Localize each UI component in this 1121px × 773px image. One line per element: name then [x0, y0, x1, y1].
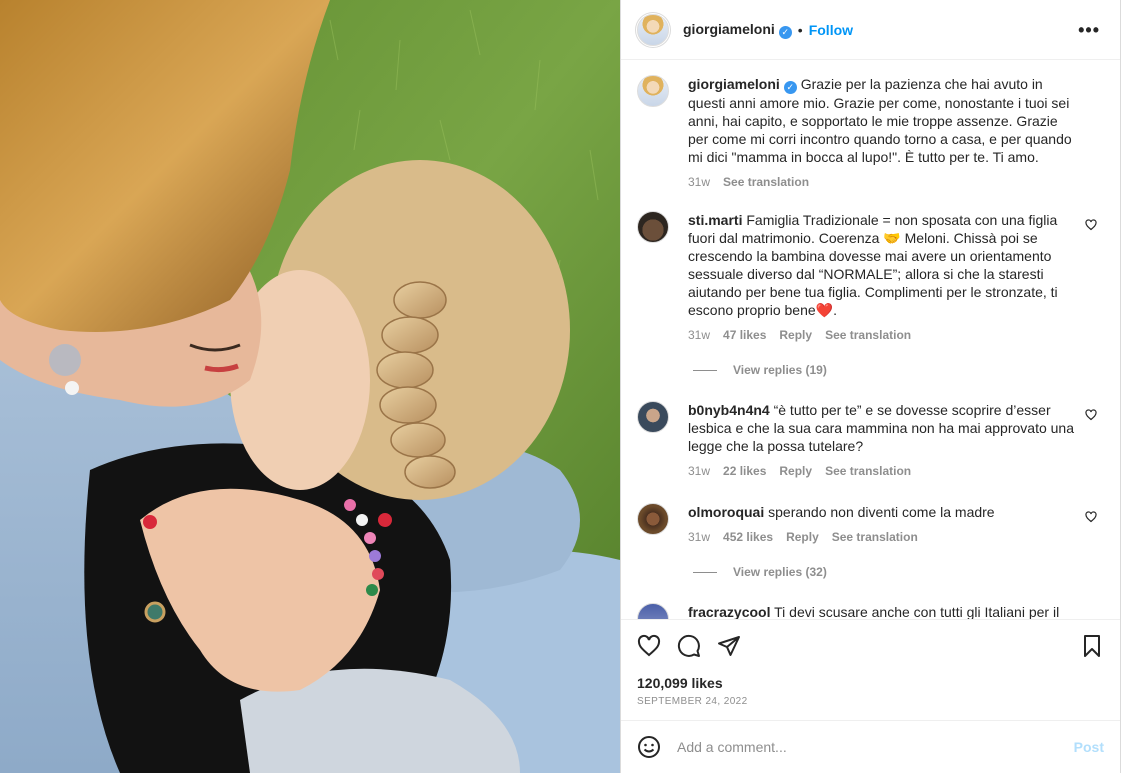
comment-likes[interactable]: 22 likes: [723, 464, 766, 478]
comment-time[interactable]: 31w: [688, 530, 710, 544]
comments-list[interactable]: giorgiameloni ✓ Grazie per la pazienza ch…: [621, 61, 1120, 619]
post-comment-button[interactable]: Post: [1074, 739, 1104, 755]
view-replies-label[interactable]: View replies (32): [733, 565, 827, 579]
comment: fracrazycool Ti devi scusare anche con t…: [637, 603, 1077, 619]
author-username[interactable]: giorgiameloni ✓: [683, 21, 792, 39]
author-avatar[interactable]: [637, 13, 669, 46]
comment-username[interactable]: olmoroquai: [688, 504, 764, 520]
comment-time[interactable]: 31w: [688, 464, 710, 478]
comment-text: Ti devi scusare anche con tutti gli Ital…: [774, 604, 1060, 619]
comment: sti.marti Famiglia Tradizionale = non sp…: [637, 211, 1097, 342]
view-replies-button[interactable]: View replies (19): [693, 363, 827, 377]
emoji-smiley-icon[interactable]: [637, 735, 661, 759]
caption-body: giorgiameloni ✓ Grazie per la pazienza ch…: [688, 75, 1077, 166]
comment-likes[interactable]: 47 likes: [723, 328, 766, 342]
comment-body: b0nyb4n4n4 “è tutto per te” e se dovesse…: [688, 401, 1077, 455]
comment-text: Famiglia Tradizionale = non sposata con …: [688, 212, 1058, 318]
post-header: giorgiameloni ✓ • Follow •••: [621, 0, 1120, 60]
add-comment-input[interactable]: [677, 739, 1074, 755]
comment-username[interactable]: sti.marti: [688, 212, 742, 228]
see-translation-button[interactable]: See translation: [832, 530, 918, 544]
share-paper-plane-icon[interactable]: [717, 634, 741, 658]
comment: olmoroquai sperando non diventi come la …: [637, 503, 1097, 544]
comment-text: sperando non diventi come la madre: [768, 504, 995, 520]
commenter-avatar[interactable]: [637, 603, 669, 619]
more-options-icon[interactable]: •••: [1078, 20, 1100, 41]
verified-badge-icon: ✓: [783, 81, 797, 94]
comment-meta: 31w 47 likes Reply See translation: [688, 328, 1077, 342]
verified-badge-icon: ✓: [778, 25, 792, 39]
bookmark-save-icon[interactable]: [1080, 634, 1104, 658]
caption-time[interactable]: 31w: [688, 175, 710, 189]
see-translation-button[interactable]: See translation: [825, 328, 911, 342]
comment: b0nyb4n4n4 “è tutto per te” e se dovesse…: [637, 401, 1097, 478]
comment-meta: 31w 452 likes Reply See translation: [688, 530, 1077, 544]
post-likes-count[interactable]: 120,099 likes: [637, 675, 723, 691]
reply-button[interactable]: Reply: [779, 464, 812, 478]
post-photo[interactable]: [0, 0, 620, 773]
comment-username[interactable]: fracrazycool: [688, 604, 770, 619]
add-comment-bar: Post: [621, 720, 1120, 773]
post-photo-illustration: [0, 0, 620, 773]
replies-line: [693, 571, 717, 573]
post-actions: 120,099 likes SEPTEMBER 24, 2022: [621, 619, 1120, 720]
action-icons: [637, 634, 741, 658]
commenter-avatar[interactable]: [637, 503, 669, 535]
comment-meta: 31w 22 likes Reply See translation: [688, 464, 1077, 478]
post-date[interactable]: SEPTEMBER 24, 2022: [637, 696, 748, 707]
like-comment-heart-icon[interactable]: [1085, 409, 1097, 421]
caption: giorgiameloni ✓ Grazie per la pazienza ch…: [637, 75, 1077, 189]
view-replies-label[interactable]: View replies (19): [733, 363, 827, 377]
caption-avatar[interactable]: [637, 75, 669, 107]
caption-username[interactable]: giorgiameloni: [688, 76, 780, 92]
view-replies-button[interactable]: View replies (32): [693, 565, 827, 579]
like-heart-icon[interactable]: [637, 634, 661, 658]
caption-see-translation[interactable]: See translation: [723, 175, 809, 189]
comment-body: olmoroquai sperando non diventi come la …: [688, 503, 1077, 521]
like-comment-heart-icon[interactable]: [1085, 511, 1097, 523]
like-comment-heart-icon[interactable]: [1085, 219, 1097, 231]
comment-bubble-icon[interactable]: [677, 634, 701, 658]
reply-button[interactable]: Reply: [779, 328, 812, 342]
comment-body: sti.marti Famiglia Tradizionale = non sp…: [688, 211, 1077, 319]
follow-button[interactable]: Follow: [809, 22, 853, 38]
post-details-panel: giorgiameloni ✓ • Follow ••• giorgiamelon…: [620, 0, 1121, 773]
caption-meta: 31w See translation: [688, 175, 1077, 189]
comment-body: fracrazycool Ti devi scusare anche con t…: [688, 603, 1077, 619]
see-translation-button[interactable]: See translation: [825, 464, 911, 478]
comment-likes[interactable]: 452 likes: [723, 530, 773, 544]
comment-time[interactable]: 31w: [688, 328, 710, 342]
replies-line: [693, 369, 717, 371]
author-username-text[interactable]: giorgiameloni: [683, 21, 775, 37]
reply-button[interactable]: Reply: [786, 530, 819, 544]
comment-username[interactable]: b0nyb4n4n4: [688, 402, 770, 418]
commenter-avatar[interactable]: [637, 401, 669, 433]
commenter-avatar[interactable]: [637, 211, 669, 243]
separator-dot: •: [797, 21, 803, 38]
